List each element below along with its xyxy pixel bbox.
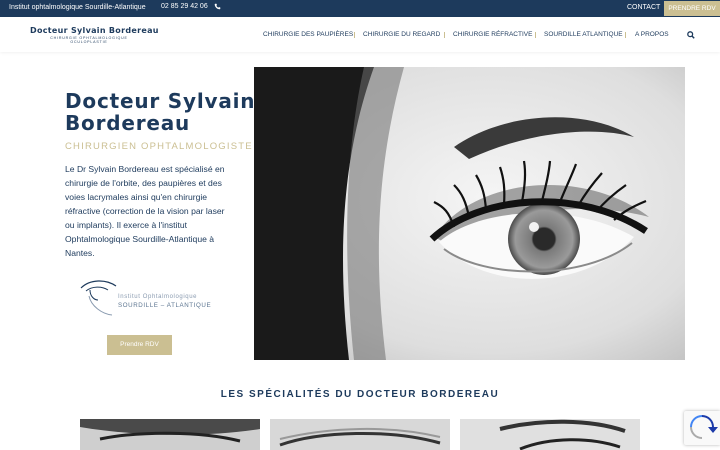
nav-separator [535,32,536,38]
specialty-card[interactable] [80,419,260,450]
site-logo[interactable]: Docteur Sylvain Bordereau CHIRURGIE OPHT… [30,26,159,44]
page-subtitle: CHIRURGIEN OPHTALMOLOGISTE [65,141,253,152]
top-bar: Institut ophtalmologique Sourdille-Atlan… [0,0,720,17]
phone-link[interactable]: 02 85 29 42 06 [161,3,221,10]
nav-chirurgie-regard[interactable]: CHIRURGIE DU REGARD [363,31,440,38]
contact-link[interactable]: CONTACT [627,4,660,11]
nav-separator [354,32,355,38]
institute-link[interactable]: Institut ophtalmologique Sourdille-Atlan… [9,4,146,11]
nav-separator [444,32,445,38]
hero-description: Le Dr Sylvain Bordereau est spécialisé e… [65,164,225,258]
institute-logo-text-2: SOURDILLE – ATLANTIQUE [118,302,212,309]
phone-number: 02 85 29 42 06 [161,3,208,10]
nav-sourdille-atlantique[interactable]: SOURDILLE ATLANTIQUE [544,31,623,38]
institute-logo: Institut Ophtalmologique SOURDILLE – ATL… [80,276,220,318]
title-line-1: Docteur Sylvain [65,89,256,113]
nav-separator [625,32,626,38]
eye-line-icon [80,280,117,316]
nav-chirurgie-refractive[interactable]: CHIRURGIE RÉFRACTIVE [453,31,532,38]
page-title: Docteur Sylvain Bordereau [65,90,255,134]
specialties-heading: LES SPÉCIALITÉS DU DOCTEUR BORDEREAU [220,389,500,400]
logo-name: Docteur Sylvain Bordereau [30,26,159,35]
logo-tagline-2: OCULOPLASTIE [70,40,108,44]
recaptcha-icon [690,415,718,439]
hero-eye-image [254,67,685,360]
nav-chirurgie-paupieres[interactable]: CHIRURGIE DES PAUPIÈRES [263,31,353,38]
search-icon[interactable] [687,31,695,39]
recaptcha-badge[interactable] [684,411,720,445]
nav-a-propos[interactable]: A PROPOS [635,31,669,38]
phone-icon [214,3,221,10]
top-rdv-button[interactable]: PRENDRE RDV [664,1,720,16]
prendre-rdv-button[interactable]: Prendre RDV [107,335,172,355]
specialty-card[interactable] [270,419,450,450]
specialty-card[interactable] [460,419,640,450]
institute-logo-text-1: Institut Ophtalmologique [118,294,198,300]
main-header: Docteur Sylvain Bordereau CHIRURGIE OPHT… [0,17,720,52]
title-line-2: Bordereau [65,111,191,135]
